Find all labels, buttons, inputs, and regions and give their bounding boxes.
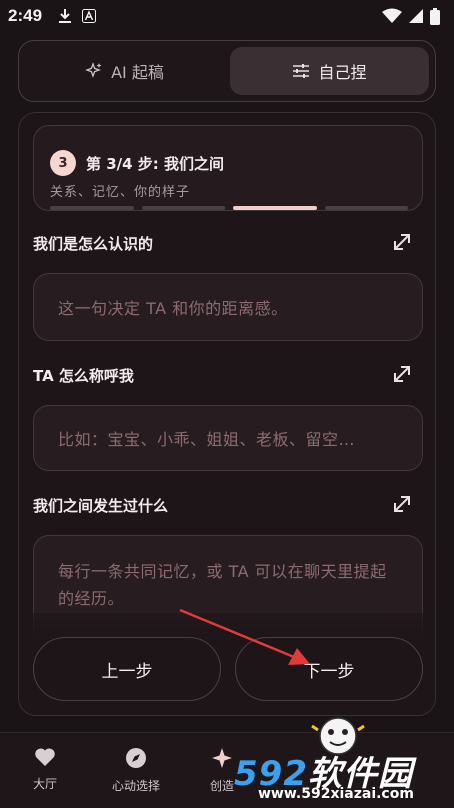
step-card: 3 第 3/4 步: 我们之间 关系、记忆、你的样子 [33,125,423,211]
download-icon [59,9,72,23]
prev-step-button[interactable]: 上一步 [33,637,221,701]
next-step-button[interactable]: 下一步 [235,637,423,701]
progress-segment [50,206,134,210]
field-label-memories: 我们之间发生过什么 [33,497,169,515]
field-label-how-we-met: 我们是怎么认识的 [33,235,154,253]
nav-label-heart-choice: 心动选择 [111,779,160,793]
mode-toggle: AI 起稿 自己捏 [18,40,436,102]
tab-ai-draft-label: AI 起稿 [111,63,164,82]
tab-manual-label: 自己捏 [318,63,367,82]
watermark-url: www.592xiazai.com [258,786,414,802]
field-label-nickname: TA 怎么称呼我 [33,367,134,385]
compass-icon [126,748,146,768]
progress-segment-current [233,206,317,210]
form-panel: 3 第 3/4 步: 我们之间 关系、记忆、你的样子 我们是怎么认识的 这一句决… [18,112,436,716]
heart-icon [35,748,55,766]
expand-icon[interactable] [391,363,413,385]
nickname-input[interactable]: 比如：宝宝、小乖、姐姐、老板、留空… [33,405,423,471]
tab-manual[interactable]: 自己捏 [230,47,429,95]
nav-label-lobby: 大厅 [32,777,57,791]
font-app-icon [82,9,97,23]
expand-icon[interactable] [391,493,413,515]
status-bar: 2:49 [0,0,454,32]
watermark-logo: 592软件园 www.592xiazai.com [228,717,454,808]
nav-item-heart-choice[interactable]: 心动选择 [106,747,166,794]
status-time: 2:49 [8,6,43,25]
step-number-badge: 3 [50,150,76,176]
step-subtitle: 关系、记忆、你的样子 [50,185,191,200]
step-title: 第 3/4 步: 我们之间 [86,155,225,173]
step-progress [50,206,408,210]
nav-item-lobby[interactable]: 大厅 [15,747,75,792]
how-we-met-input[interactable]: 这一句决定 TA 和你的距离感。 [33,273,423,341]
sparkle-icon [85,62,102,78]
tab-ai-draft[interactable]: AI 起稿 [25,47,224,95]
progress-segment [324,206,408,210]
sliders-icon [293,64,310,78]
wifi-icon [382,8,402,23]
signal-icon [409,9,423,23]
progress-segment [141,206,225,210]
expand-icon[interactable] [391,231,413,253]
battery-icon [430,7,440,25]
